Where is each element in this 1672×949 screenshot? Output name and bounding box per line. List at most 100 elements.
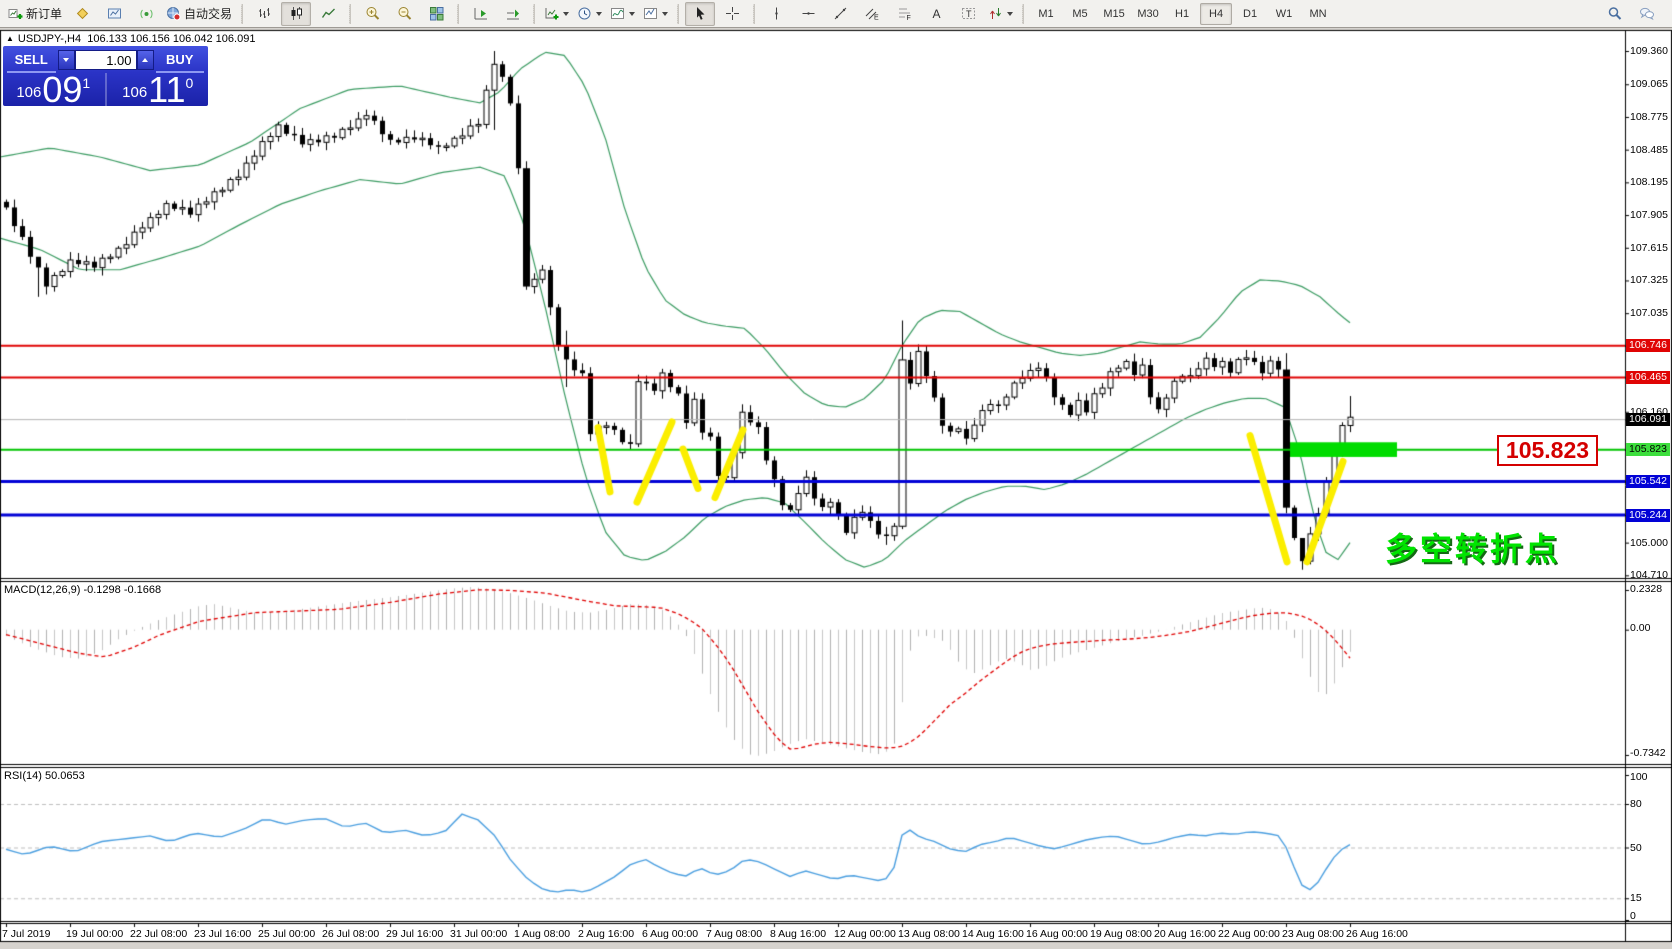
equidistant-channel-button[interactable]: E xyxy=(857,2,887,26)
timeframe-m30-button[interactable]: M30 xyxy=(1132,3,1164,25)
volume-decrease-button[interactable] xyxy=(58,50,75,70)
price-callout-box[interactable]: 105.823 xyxy=(1497,435,1598,466)
price-tick-label: 107.325 xyxy=(1630,274,1668,286)
symbol-name: USDJPY-,H4 xyxy=(18,33,81,45)
time-axis-label: 23 Aug 08:00 xyxy=(1282,928,1344,940)
macd-scale-label: -0.7342 xyxy=(1630,747,1666,759)
horizontal-line-button[interactable] xyxy=(793,2,823,26)
autotrading-label: 自动交易 xyxy=(184,5,232,22)
symbol-info[interactable]: ▲ USDJPY-,H4 106.133 106.156 106.042 106.… xyxy=(6,33,255,45)
rsi-scale-label: 80 xyxy=(1630,798,1642,810)
crosshair-button[interactable] xyxy=(717,2,747,26)
signals-icon xyxy=(139,6,154,21)
zoom-in-button[interactable] xyxy=(357,2,387,26)
signals-button[interactable] xyxy=(131,2,161,26)
volume-input[interactable] xyxy=(75,50,137,70)
cursor-button[interactable] xyxy=(685,2,715,26)
timeframe-mn-button[interactable]: MN xyxy=(1302,3,1334,25)
level-price-label: 105.823 xyxy=(1626,443,1670,456)
current-price-label: 106.091 xyxy=(1626,413,1670,426)
macd-scale-label: 0.2328 xyxy=(1630,583,1662,595)
price-tick-label: 108.485 xyxy=(1630,144,1668,156)
search-button[interactable] xyxy=(1599,2,1629,26)
time-axis-label: 12 Aug 00:00 xyxy=(834,928,896,940)
rsi-indicator-label: RSI(14) 50.0653 xyxy=(4,770,85,782)
market-watch-button[interactable] xyxy=(67,2,97,26)
timeframe-d1-button[interactable]: D1 xyxy=(1234,3,1266,25)
sell-price-point: 1 xyxy=(82,75,90,91)
buy-price[interactable]: 106110 xyxy=(108,73,209,106)
zoom-in-icon xyxy=(365,6,380,21)
indicators-button[interactable] xyxy=(607,2,638,26)
timeframe-m1-button[interactable]: M1 xyxy=(1030,3,1062,25)
time-axis-label: 22 Aug 00:00 xyxy=(1218,928,1280,940)
text-button[interactable]: A xyxy=(921,2,951,26)
text-label-button[interactable]: T xyxy=(953,2,983,26)
candlestick-chart-button[interactable] xyxy=(281,2,311,26)
svg-text:E: E xyxy=(874,15,879,22)
toolbar-separator xyxy=(457,4,459,24)
rsi-scale-label: 100 xyxy=(1630,771,1648,783)
price-tick-label: 105.000 xyxy=(1630,537,1668,549)
ohlc-readout: 106.133 106.156 106.042 106.091 xyxy=(87,33,255,45)
toolbar-separator xyxy=(241,4,243,24)
price-tick-label: 107.615 xyxy=(1630,242,1668,254)
autoscroll-icon xyxy=(505,6,520,21)
dropdown-caret-icon xyxy=(596,12,602,16)
new-chart-icon xyxy=(544,6,559,21)
timeframe-w1-button[interactable]: W1 xyxy=(1268,3,1300,25)
chart-shift-button[interactable] xyxy=(465,2,495,26)
sell-price[interactable]: 106091 xyxy=(3,73,104,106)
time-axis-label: 13 Aug 08:00 xyxy=(898,928,960,940)
dropdown-caret-icon xyxy=(629,12,635,16)
new-order-button[interactable]: 新订单 xyxy=(5,2,65,26)
zoom-out-button[interactable] xyxy=(389,2,419,26)
auto-scroll-button[interactable] xyxy=(497,2,527,26)
indicators-icon xyxy=(610,6,625,21)
text-t-icon: T xyxy=(961,6,976,21)
time-axis-label: 25 Jul 00:00 xyxy=(258,928,315,940)
volume-increase-button[interactable] xyxy=(137,50,154,70)
level-price-label: 106.465 xyxy=(1626,371,1670,384)
toolbar-separator xyxy=(753,4,755,24)
time-axis-label: 7 Jul 2019 xyxy=(2,928,50,940)
turning-point-annotation[interactable]: 多空转折点 xyxy=(1385,524,1560,570)
toolbar-separator xyxy=(533,4,535,24)
search-icon xyxy=(1607,6,1622,21)
buy-price-pips: 11 xyxy=(148,75,185,105)
toolbar: 新订单 自动交易 E FA T M1M5M15M30H1H4D1W1MN xyxy=(0,0,1672,28)
time-axis-label: 7 Aug 08:00 xyxy=(706,928,762,940)
time-axis-label: 29 Jul 16:00 xyxy=(386,928,443,940)
periods-button[interactable] xyxy=(574,2,605,26)
vertical-line-button[interactable] xyxy=(761,2,791,26)
price-tick-label: 107.905 xyxy=(1630,209,1668,221)
time-axis-label: 1 Aug 08:00 xyxy=(514,928,570,940)
tile-windows-button[interactable] xyxy=(421,2,451,26)
toolbar-separator xyxy=(677,4,679,24)
trendline-icon xyxy=(833,6,848,21)
svg-text:T: T xyxy=(966,9,972,19)
price-divider xyxy=(105,73,107,106)
timeframe-m5-button[interactable]: M5 xyxy=(1064,3,1096,25)
collapse-icon[interactable]: ▲ xyxy=(6,34,14,43)
timeframe-h4-button[interactable]: H4 xyxy=(1200,3,1232,25)
line-chart-button[interactable] xyxy=(313,2,343,26)
price-tick-label: 108.775 xyxy=(1630,111,1668,123)
trendline-button[interactable] xyxy=(825,2,855,26)
arrow-objects-button[interactable] xyxy=(985,2,1016,26)
rsi-scale-label: 15 xyxy=(1630,892,1642,904)
price-chart-canvas[interactable] xyxy=(0,0,1672,949)
time-axis-label: 8 Aug 16:00 xyxy=(770,928,826,940)
new-order-icon xyxy=(8,6,23,21)
bar-chart-button[interactable] xyxy=(249,2,279,26)
sell-price-handle: 106 xyxy=(16,84,41,101)
fibonacci-button[interactable]: F xyxy=(889,2,919,26)
data-window-button[interactable] xyxy=(99,2,129,26)
community-chat-button[interactable] xyxy=(1631,2,1661,26)
new-chart-button[interactable] xyxy=(541,2,572,26)
time-axis-label: 19 Aug 08:00 xyxy=(1090,928,1152,940)
timeframe-h1-button[interactable]: H1 xyxy=(1166,3,1198,25)
autotrading-button[interactable]: 自动交易 xyxy=(163,2,235,26)
timeframe-m15-button[interactable]: M15 xyxy=(1098,3,1130,25)
templates-button[interactable] xyxy=(640,2,671,26)
